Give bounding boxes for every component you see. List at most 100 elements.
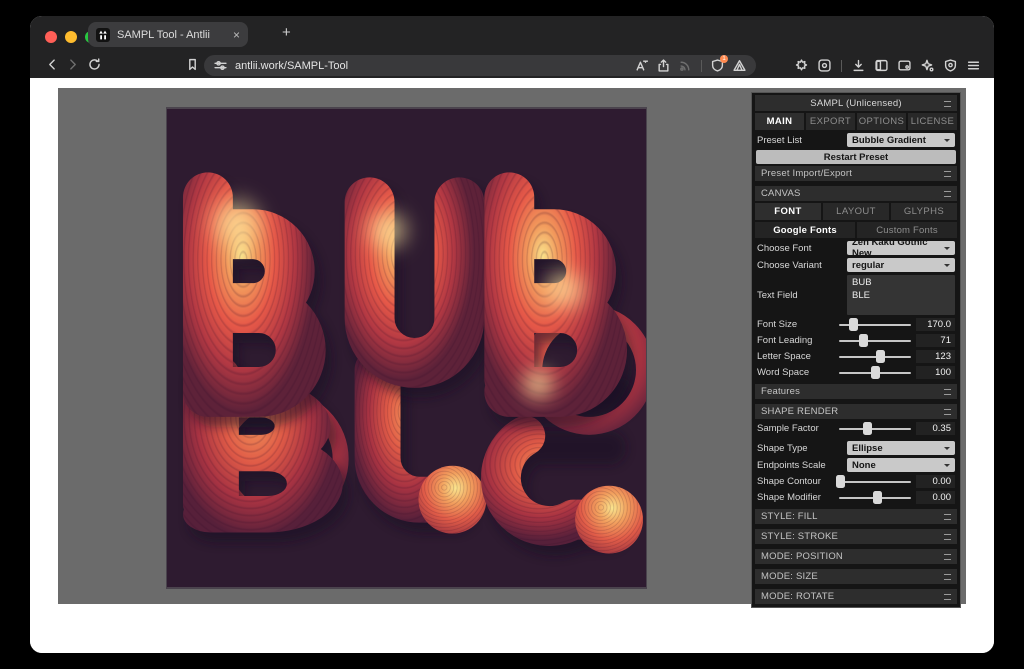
- collapse-icon: [944, 574, 951, 580]
- section-shape-render[interactable]: SHAPE RENDER: [755, 404, 957, 419]
- shape-type-label: Shape Type: [757, 443, 843, 454]
- shape-contour-slider[interactable]: [839, 475, 911, 488]
- endpoints-scale-label: Endpoints Scale: [757, 460, 843, 471]
- new-tab-button[interactable]: +: [282, 24, 291, 41]
- tab-title: SAMPL Tool - Antlii: [117, 29, 226, 41]
- tab-options[interactable]: OPTIONS: [857, 113, 906, 130]
- choose-font-label: Choose Font: [757, 243, 843, 254]
- sidebar-icon[interactable]: [875, 59, 888, 72]
- tab-layout[interactable]: LAYOUT: [823, 203, 889, 220]
- word-space-value[interactable]: 100: [916, 366, 955, 379]
- extensions-icon[interactable]: [795, 59, 808, 72]
- minimize-window-button[interactable]: [65, 31, 77, 43]
- font-leading-value[interactable]: 71: [916, 334, 955, 347]
- section-preset-import-export[interactable]: Preset Import/Export: [755, 166, 957, 181]
- menu-icon[interactable]: [967, 59, 980, 72]
- sampl-panel: SAMPL (Unlicensed) MAIN EXPORT OPTIONS L…: [751, 92, 961, 608]
- endpoints-scale-row: Endpoints Scale None: [757, 458, 955, 472]
- section-mode-rotate[interactable]: MODE: ROTATE: [755, 589, 957, 604]
- preset-list-select[interactable]: Bubble Gradient: [847, 133, 955, 147]
- tab-font[interactable]: FONT: [755, 203, 821, 220]
- tab-export[interactable]: EXPORT: [806, 113, 855, 130]
- section-mode-size[interactable]: MODE: SIZE: [755, 569, 957, 584]
- collapse-icon: [944, 514, 951, 520]
- text-field-label: Text Field: [757, 290, 843, 301]
- letter-space-value[interactable]: 123: [916, 350, 955, 363]
- endpoints-scale-select[interactable]: None: [847, 458, 955, 472]
- section-style-stroke[interactable]: STYLE: STROKE: [755, 529, 957, 544]
- translate-icon[interactable]: [635, 59, 648, 72]
- canvas-preview: [166, 107, 647, 589]
- shape-modifier-slider[interactable]: [839, 491, 911, 504]
- page-action-icons: 1: [635, 59, 746, 72]
- tab-custom-fonts[interactable]: Custom Fonts: [857, 222, 957, 238]
- url-bar[interactable]: antlii.work/SAMPL-Tool 1: [204, 55, 756, 76]
- browser-window: SAMPL Tool - Antlii × + antlii.work/SAMP…: [30, 16, 994, 653]
- rss-icon[interactable]: [679, 59, 692, 72]
- panel-title-bar[interactable]: SAMPL (Unlicensed): [755, 95, 957, 111]
- collapse-icon: [944, 389, 951, 395]
- choose-variant-row: Choose Variant regular: [757, 258, 955, 272]
- sample-factor-slider[interactable]: [839, 422, 911, 435]
- letter-space-slider[interactable]: [839, 350, 911, 363]
- close-window-button[interactable]: [45, 31, 57, 43]
- word-space-row: Word Space 100: [757, 366, 955, 379]
- section-style-fill[interactable]: STYLE: FILL: [755, 509, 957, 524]
- browser-tab[interactable]: SAMPL Tool - Antlii ×: [88, 22, 248, 47]
- restart-preset-button[interactable]: Restart Preset: [756, 150, 956, 164]
- shape-contour-value[interactable]: 0.00: [916, 475, 955, 488]
- preset-list-row: Preset List Bubble Gradient: [757, 133, 955, 147]
- tab-main[interactable]: MAIN: [755, 113, 804, 130]
- browser-action-icons: [795, 55, 980, 76]
- triangle-extension-icon[interactable]: [733, 59, 746, 72]
- collapse-icon: [944, 594, 951, 600]
- reload-icon[interactable]: [88, 58, 101, 71]
- word-space-slider[interactable]: [839, 366, 911, 379]
- back-icon[interactable]: [46, 58, 59, 71]
- download-icon[interactable]: [852, 59, 865, 72]
- shield-badge: 1: [720, 55, 728, 63]
- forward-icon[interactable]: [66, 58, 79, 71]
- sample-factor-value[interactable]: 0.35: [916, 422, 955, 435]
- bookmark-icon[interactable]: [186, 58, 199, 71]
- password-manager-icon[interactable]: [818, 59, 831, 72]
- site-settings-icon[interactable]: [214, 59, 227, 72]
- share-icon[interactable]: [657, 59, 670, 72]
- font-leading-slider[interactable]: [839, 334, 911, 347]
- url-text[interactable]: antlii.work/SAMPL-Tool: [235, 60, 627, 72]
- tab-close-icon[interactable]: ×: [233, 29, 240, 41]
- choose-font-select[interactable]: Zen Kaku Gothic New: [847, 241, 955, 255]
- choose-variant-select[interactable]: regular: [847, 258, 955, 272]
- card-icon[interactable]: [898, 59, 911, 72]
- text-field-input[interactable]: BUB BLE: [847, 275, 955, 315]
- navigation-bar: antlii.work/SAMPL-Tool 1: [30, 50, 994, 78]
- collapse-icon: [944, 191, 951, 197]
- font-source-tabs: Google Fonts Custom Fonts: [755, 222, 957, 238]
- section-mode-position[interactable]: MODE: POSITION: [755, 549, 957, 564]
- collapse-icon: [944, 171, 951, 177]
- section-canvas[interactable]: CANVAS: [755, 186, 957, 201]
- privacy-shield-icon[interactable]: 1: [711, 59, 724, 72]
- favicon: [96, 28, 110, 42]
- divider: [841, 60, 842, 72]
- sparkle-icon[interactable]: [921, 59, 934, 72]
- shape-type-row: Shape Type Ellipse: [757, 441, 955, 455]
- choose-font-row: Choose Font Zen Kaku Gothic New: [757, 241, 955, 255]
- tab-google-fonts[interactable]: Google Fonts: [755, 222, 855, 238]
- font-size-slider[interactable]: [839, 318, 911, 331]
- collapse-icon: [944, 101, 951, 107]
- tab-glyphs[interactable]: GLYPHS: [891, 203, 957, 220]
- browser-chrome: SAMPL Tool - Antlii × + antlii.work/SAMP…: [30, 16, 994, 78]
- divider: [701, 60, 702, 72]
- font-leading-row: Font Leading 71: [757, 334, 955, 347]
- font-size-row: Font Size 170.0: [757, 318, 955, 331]
- font-size-value[interactable]: 170.0: [916, 318, 955, 331]
- tab-license[interactable]: LICENSE: [908, 113, 957, 130]
- shield-icon[interactable]: [944, 59, 957, 72]
- shape-type-select[interactable]: Ellipse: [847, 441, 955, 455]
- shape-contour-row: Shape Contour 0.00: [757, 475, 955, 488]
- shape-modifier-value[interactable]: 0.00: [916, 491, 955, 504]
- letter-space-row: Letter Space 123: [757, 350, 955, 363]
- section-features[interactable]: Features: [755, 384, 957, 399]
- main-tabs: MAIN EXPORT OPTIONS LICENSE: [755, 113, 957, 130]
